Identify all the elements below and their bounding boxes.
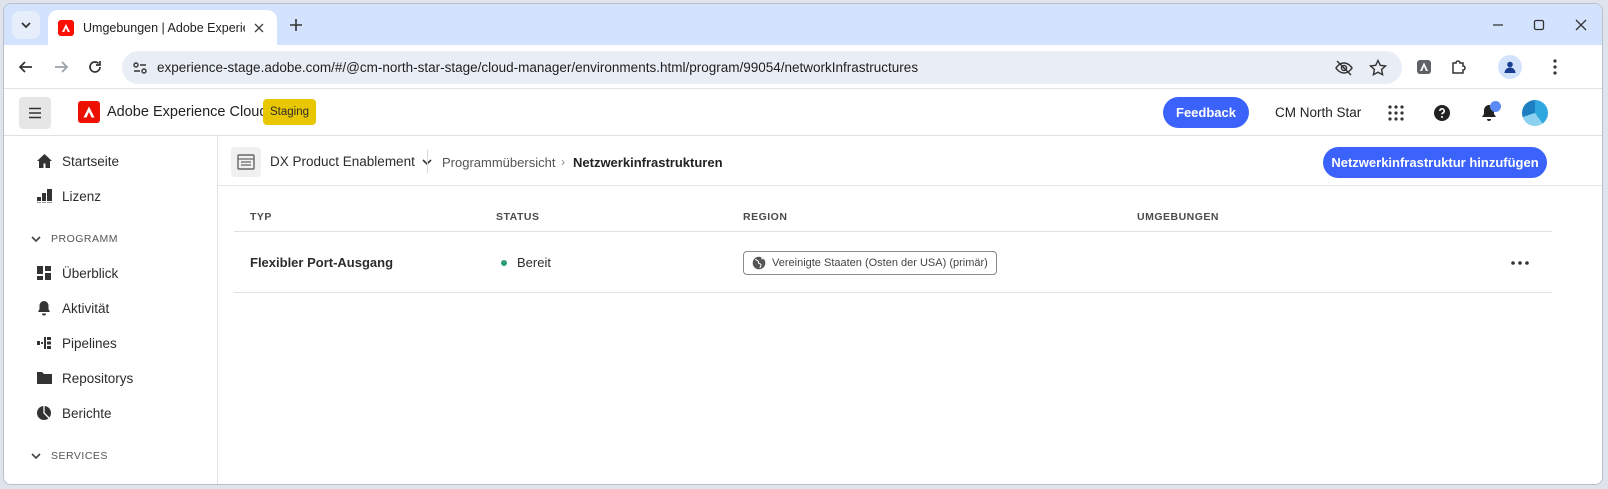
- chevron-down-icon: [31, 236, 41, 243]
- cell-type: Flexibler Port-Ausgang: [250, 255, 394, 270]
- notification-badge: [1490, 101, 1501, 112]
- chevron-right-icon: ›: [561, 155, 565, 169]
- menu-icon: [29, 107, 41, 119]
- home-icon: [35, 152, 53, 170]
- region-tag: Vereinigte Staaten (Osten der USA) (prim…: [743, 251, 997, 275]
- section-label: SERVICES: [51, 450, 108, 462]
- dashboard-icon: [35, 264, 53, 282]
- sidebar-item-startseite[interactable]: Startseite: [35, 150, 119, 172]
- kebab-menu-icon[interactable]: [1544, 56, 1566, 78]
- column-header-environments[interactable]: UMGEBUNGEN: [1137, 211, 1219, 223]
- browser-window: Umgebungen | Adobe Experien experience-s…: [3, 3, 1603, 485]
- more-actions-icon[interactable]: [1508, 253, 1532, 273]
- sidebar-item-repositorys[interactable]: Repositorys: [35, 367, 133, 389]
- address-bar[interactable]: experience-stage.adobe.com/#/@cm-north-s…: [122, 51, 1402, 84]
- tab-strip: Umgebungen | Adobe Experien: [4, 4, 1602, 45]
- sidebar-item-berichte[interactable]: Berichte: [35, 402, 112, 424]
- column-header-region[interactable]: REGION: [743, 211, 787, 223]
- url-text: experience-stage.adobe.com/#/@cm-north-s…: [157, 60, 919, 75]
- sidebar-item-label: Überblick: [62, 265, 119, 281]
- browser-tab[interactable]: Umgebungen | Adobe Experien: [48, 10, 277, 45]
- puzzle-extensions-icon[interactable]: [1448, 56, 1470, 78]
- breadcrumb-current: Netzwerkinfrastrukturen: [573, 155, 723, 170]
- column-header-type[interactable]: TYP: [250, 211, 272, 223]
- minimize-icon[interactable]: [1486, 14, 1510, 36]
- back-arrow-icon[interactable]: [15, 56, 37, 78]
- region-label: Vereinigte Staaten (Osten der USA) (prim…: [772, 257, 988, 269]
- folder-icon: [35, 369, 53, 387]
- sidebar-item-ueberblick[interactable]: Überblick: [35, 262, 118, 284]
- forward-arrow-icon[interactable]: [50, 56, 72, 78]
- divider: [427, 150, 428, 173]
- adobe-extension-icon[interactable]: [1413, 56, 1435, 78]
- pipeline-icon: [35, 334, 53, 352]
- browser-toolbar: experience-stage.adobe.com/#/@cm-north-s…: [4, 45, 1602, 89]
- tab-title: Umgebungen | Adobe Experien: [83, 20, 245, 35]
- tab-search-button[interactable]: [12, 11, 40, 39]
- sidebar-item-label: Lizenz: [62, 188, 102, 204]
- chevron-down-icon: [31, 453, 41, 460]
- reload-icon[interactable]: [84, 56, 106, 78]
- brand-name: Adobe Experience Cloud: [107, 104, 268, 120]
- table-header: TYP STATUS REGION UMGEBUNGEN: [234, 198, 1552, 232]
- breadcrumb-parent-link[interactable]: Programmübersicht: [442, 155, 555, 170]
- sidebar-item-lizenz[interactable]: Lizenz: [35, 185, 101, 207]
- cell-status: Bereit: [517, 255, 551, 270]
- status-ready-dot: [501, 260, 507, 266]
- sidebar-item-label: Berichte: [62, 405, 112, 421]
- staging-badge: Staging: [263, 99, 316, 125]
- new-tab-icon[interactable]: [285, 14, 307, 36]
- maximize-icon[interactable]: [1527, 14, 1551, 36]
- bookmark-star-icon[interactable]: [1368, 58, 1388, 78]
- section-label: PROGRAMM: [51, 233, 118, 245]
- sidebar-item-pipelines[interactable]: Pipelines: [35, 332, 117, 354]
- program-icon: [231, 147, 261, 177]
- close-tab-icon[interactable]: [251, 20, 267, 36]
- program-name: DX Product Enablement: [270, 154, 415, 169]
- help-icon[interactable]: [1430, 101, 1454, 125]
- table-row[interactable]: Flexibler Port-Ausgang Bereit Vereinigte…: [234, 233, 1552, 293]
- column-header-status[interactable]: STATUS: [496, 211, 539, 223]
- sidebar-item-label: Startseite: [62, 153, 120, 169]
- sidebar-nav: Startseite Lizenz PROGRAMM Überblick Akt…: [4, 136, 218, 484]
- section-programm[interactable]: PROGRAMM: [30, 233, 118, 245]
- adobe-logo-icon[interactable]: [78, 101, 100, 123]
- app-header: Adobe Experience Cloud Staging Feedback …: [4, 89, 1602, 136]
- section-services[interactable]: SERVICES: [30, 450, 108, 462]
- profile-icon[interactable]: [1498, 55, 1522, 79]
- feedback-button[interactable]: Feedback: [1163, 97, 1249, 128]
- adobe-favicon-icon: [58, 19, 74, 36]
- sidebar-item-label: Repositorys: [62, 370, 134, 386]
- hamburger-menu-button[interactable]: [19, 97, 51, 129]
- bell-icon: [35, 299, 53, 317]
- add-network-infrastructure-button[interactable]: Netzwerkinfrastruktur hinzufügen: [1323, 147, 1547, 178]
- sidebar-item-aktivitaet[interactable]: Aktivität: [35, 297, 109, 319]
- eye-off-icon[interactable]: [1334, 58, 1354, 78]
- site-info-icon[interactable]: [130, 58, 150, 78]
- apps-grid-icon[interactable]: [1384, 101, 1408, 125]
- sidebar-item-label: Aktivität: [62, 300, 110, 316]
- user-avatar[interactable]: [1522, 100, 1548, 126]
- org-switcher[interactable]: CM North Star: [1275, 105, 1361, 120]
- sidebar-item-label: Pipelines: [62, 335, 117, 351]
- chevron-down-icon: [21, 22, 31, 29]
- globe-icon: [752, 256, 766, 270]
- close-window-icon[interactable]: [1569, 14, 1593, 36]
- license-table-icon: [35, 187, 53, 205]
- main-content: DX Product Enablement Programmübersicht …: [218, 136, 1602, 484]
- pie-chart-icon: [35, 404, 53, 422]
- breadcrumb: DX Product Enablement Programmübersicht …: [218, 136, 1602, 186]
- program-picker[interactable]: DX Product Enablement: [270, 154, 433, 169]
